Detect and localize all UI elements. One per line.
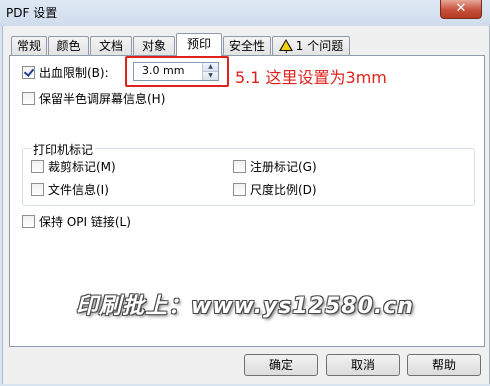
help-button[interactable]: 帮助 [407,354,481,376]
annotation-text: 5.1 这里设置为3mm [235,68,387,87]
tab-security[interactable]: 安全性 [223,36,271,55]
tab-color[interactable]: 颜色 [48,36,89,55]
keep-opi-row[interactable]: 保持 OPI 链接(L) [22,213,131,230]
printer-marks-title: 打印机标记 [31,141,96,158]
keep-halftone-checkbox[interactable] [22,92,35,105]
watermark-text: 印刷批上：www.ys12580.cn [76,294,414,319]
tab-issues[interactable]: ! 1 个问题 [272,36,350,55]
registration-marks-label: 注册标记(G) [250,160,317,174]
keep-halftone-label: 保留半色调屏幕信息(H) [39,92,166,106]
printer-marks-group: 打印机标记 裁剪标记(M) 注册标记(G) 文件信息(I) 尺度比例(D) [22,141,475,206]
keep-halftone-row[interactable]: 保留半色调屏幕信息(H) [22,90,165,107]
cancel-button[interactable]: 取消 [326,354,400,376]
file-info-row[interactable]: 文件信息(I) [31,181,109,198]
keep-opi-checkbox[interactable] [22,215,35,228]
tab-general[interactable]: 常规 [11,36,47,55]
window-title: PDF 设置 [6,6,58,20]
bleed-limit-row[interactable]: 出血限制(B): [22,64,109,81]
ok-button[interactable]: 确定 [244,354,318,376]
densitometer-scale-checkbox[interactable] [233,183,246,196]
file-info-checkbox[interactable] [31,183,44,196]
tab-objects[interactable]: 对象 [133,36,175,55]
close-button[interactable]: ✕ [440,0,482,19]
dialog-client: 常规 颜色 文档 对象 预印 安全性 ! 1 个问题 出血限制(B): 保留半色调… [2,26,490,384]
crop-marks-row[interactable]: 裁剪标记(M) [31,158,116,175]
bleed-limit-label: 出血限制(B): [39,66,109,80]
densitometer-scale-row[interactable]: 尺度比例(D) [233,181,317,198]
bleed-limit-checkbox[interactable] [22,66,35,79]
file-info-label: 文件信息(I) [48,183,109,197]
registration-marks-row[interactable]: 注册标记(G) [233,158,317,175]
tab-prepress[interactable]: 预印 [176,33,222,56]
keep-opi-label: 保持 OPI 链接(L) [39,215,131,229]
densitometer-scale-label: 尺度比例(D) [250,183,317,197]
crop-marks-checkbox[interactable] [31,160,44,173]
close-icon: ✕ [455,1,467,16]
registration-marks-checkbox[interactable] [233,160,246,173]
title-bar: PDF 设置 ✕ [0,0,490,26]
annotation-highlight-box [125,56,229,87]
warning-icon: ! [278,39,293,55]
prepress-panel: 出血限制(B): 保留半色调屏幕信息(H) 打印机标记 裁剪标记(M) 注册标记… [9,55,485,347]
tab-document[interactable]: 文档 [90,36,132,55]
crop-marks-label: 裁剪标记(M) [48,160,116,174]
